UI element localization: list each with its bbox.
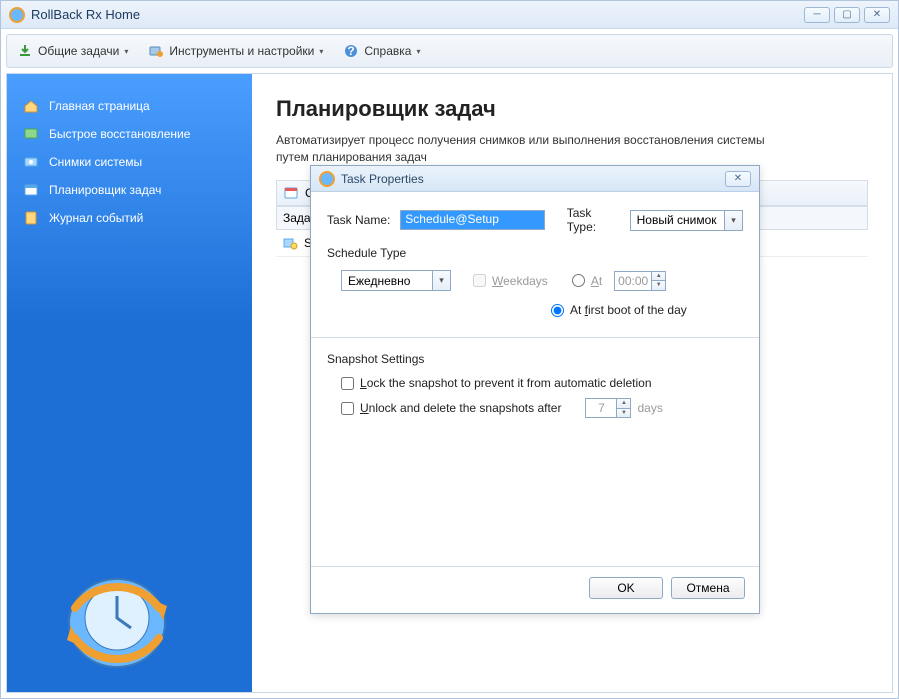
- sidebar-item-home[interactable]: Главная страница: [7, 92, 252, 120]
- sidebar-item-label: Планировщик задач: [49, 183, 161, 197]
- snapshot-settings-label: Snapshot Settings: [327, 352, 743, 366]
- sidebar-item-restore[interactable]: Быстрое восстановление: [7, 120, 252, 148]
- task-icon: [282, 235, 298, 251]
- toolbar-tools-label: Инструменты и настройки: [169, 44, 314, 58]
- sidebar-item-log[interactable]: Журнал событий: [7, 204, 252, 232]
- task-type-combo[interactable]: Новый снимок: [630, 210, 743, 231]
- page-title: Планировщик задач: [276, 96, 868, 122]
- svg-text:?: ?: [348, 44, 355, 58]
- task-type-value: Новый снимок: [631, 213, 724, 227]
- toolbar-help[interactable]: ? Справка ▾: [339, 40, 424, 62]
- sidebar-item-snapshots[interactable]: Снимки системы: [7, 148, 252, 176]
- at-label: At: [591, 274, 602, 288]
- close-button[interactable]: ✕: [864, 7, 890, 23]
- sidebar-item-label: Снимки системы: [49, 155, 142, 169]
- toolbar-common-label: Общие задачи: [38, 44, 119, 58]
- page-description: Автоматизирует процесс получения снимков…: [276, 132, 796, 166]
- toolbar-common-tasks[interactable]: Общие задачи ▾: [13, 40, 132, 62]
- spinner-down-icon[interactable]: ▼: [652, 281, 665, 290]
- log-icon: [23, 210, 39, 226]
- tools-icon: [148, 43, 164, 59]
- task-type-label: Task Type:: [567, 206, 622, 234]
- brand-logo-icon: [57, 568, 177, 678]
- first-boot-label: At first boot of the day: [570, 303, 687, 317]
- app-icon: [319, 171, 335, 187]
- scheduler-icon: [23, 182, 39, 198]
- frequency-combo[interactable]: Ежедневно: [341, 270, 451, 291]
- titlebar: RollBack Rx Home ─ ▢ ✕: [1, 1, 898, 29]
- download-icon: [17, 43, 33, 59]
- chevron-down-icon[interactable]: [432, 271, 450, 290]
- cancel-button[interactable]: Отмена: [671, 577, 745, 599]
- time-spinner[interactable]: 00:00 ▲▼: [614, 271, 666, 291]
- spinner-up-icon[interactable]: ▲: [652, 272, 665, 282]
- toolbar: Общие задачи ▾ Инструменты и настройки ▾…: [6, 34, 893, 68]
- chevron-down-icon: ▾: [416, 47, 420, 56]
- minimize-button[interactable]: ─: [804, 7, 830, 23]
- spinner-up-icon[interactable]: ▲: [617, 399, 630, 409]
- dialog-title: Task Properties: [341, 172, 725, 186]
- lock-snapshot-checkbox[interactable]: [341, 377, 354, 390]
- maximize-button[interactable]: ▢: [834, 7, 860, 23]
- unlock-delete-label: Unlock and delete the snapshots after: [360, 401, 561, 415]
- sidebar-item-scheduler[interactable]: Планировщик задач: [7, 176, 252, 204]
- time-value: 00:00: [615, 272, 651, 290]
- days-spinner[interactable]: 7 ▲▼: [585, 398, 631, 418]
- sidebar-item-label: Главная страница: [49, 99, 150, 113]
- weekdays-checkbox: [473, 274, 486, 287]
- schedule-type-label: Schedule Type: [327, 246, 743, 260]
- help-icon: ?: [343, 43, 359, 59]
- at-radio[interactable]: [572, 274, 585, 287]
- days-value: 7: [586, 399, 616, 417]
- days-label: days: [637, 401, 662, 415]
- app-icon: [9, 7, 25, 23]
- calendar-icon: [283, 185, 299, 201]
- frequency-value: Ежедневно: [342, 274, 432, 288]
- dialog-titlebar: Task Properties ✕: [311, 166, 759, 192]
- chevron-down-icon[interactable]: [724, 211, 742, 230]
- window-title: RollBack Rx Home: [31, 7, 804, 22]
- dialog-close-button[interactable]: ✕: [725, 171, 751, 187]
- lock-snapshot-label: Lock the snapshot to prevent it from aut…: [360, 376, 652, 390]
- toolbar-help-label: Справка: [364, 44, 411, 58]
- chevron-down-icon: ▾: [319, 47, 323, 56]
- ok-button[interactable]: OK: [589, 577, 663, 599]
- restore-icon: [23, 126, 39, 142]
- unlock-delete-checkbox[interactable]: [341, 402, 354, 415]
- chevron-down-icon: ▾: [124, 47, 128, 56]
- first-boot-radio[interactable]: [551, 304, 564, 317]
- snapshot-icon: [23, 154, 39, 170]
- home-icon: [23, 98, 39, 114]
- task-properties-dialog: Task Properties ✕ Task Name: Schedule@Se…: [310, 165, 760, 614]
- task-name-input[interactable]: Schedule@Setup: [400, 210, 544, 230]
- sidebar-item-label: Быстрое восстановление: [49, 127, 190, 141]
- task-name-label: Task Name:: [327, 213, 392, 227]
- weekdays-label: Weekdays: [492, 274, 548, 288]
- toolbar-tools[interactable]: Инструменты и настройки ▾: [144, 40, 327, 62]
- spinner-down-icon[interactable]: ▼: [617, 409, 630, 418]
- sidebar-item-label: Журнал событий: [49, 211, 143, 225]
- sidebar: Главная страница Быстрое восстановление …: [7, 74, 252, 692]
